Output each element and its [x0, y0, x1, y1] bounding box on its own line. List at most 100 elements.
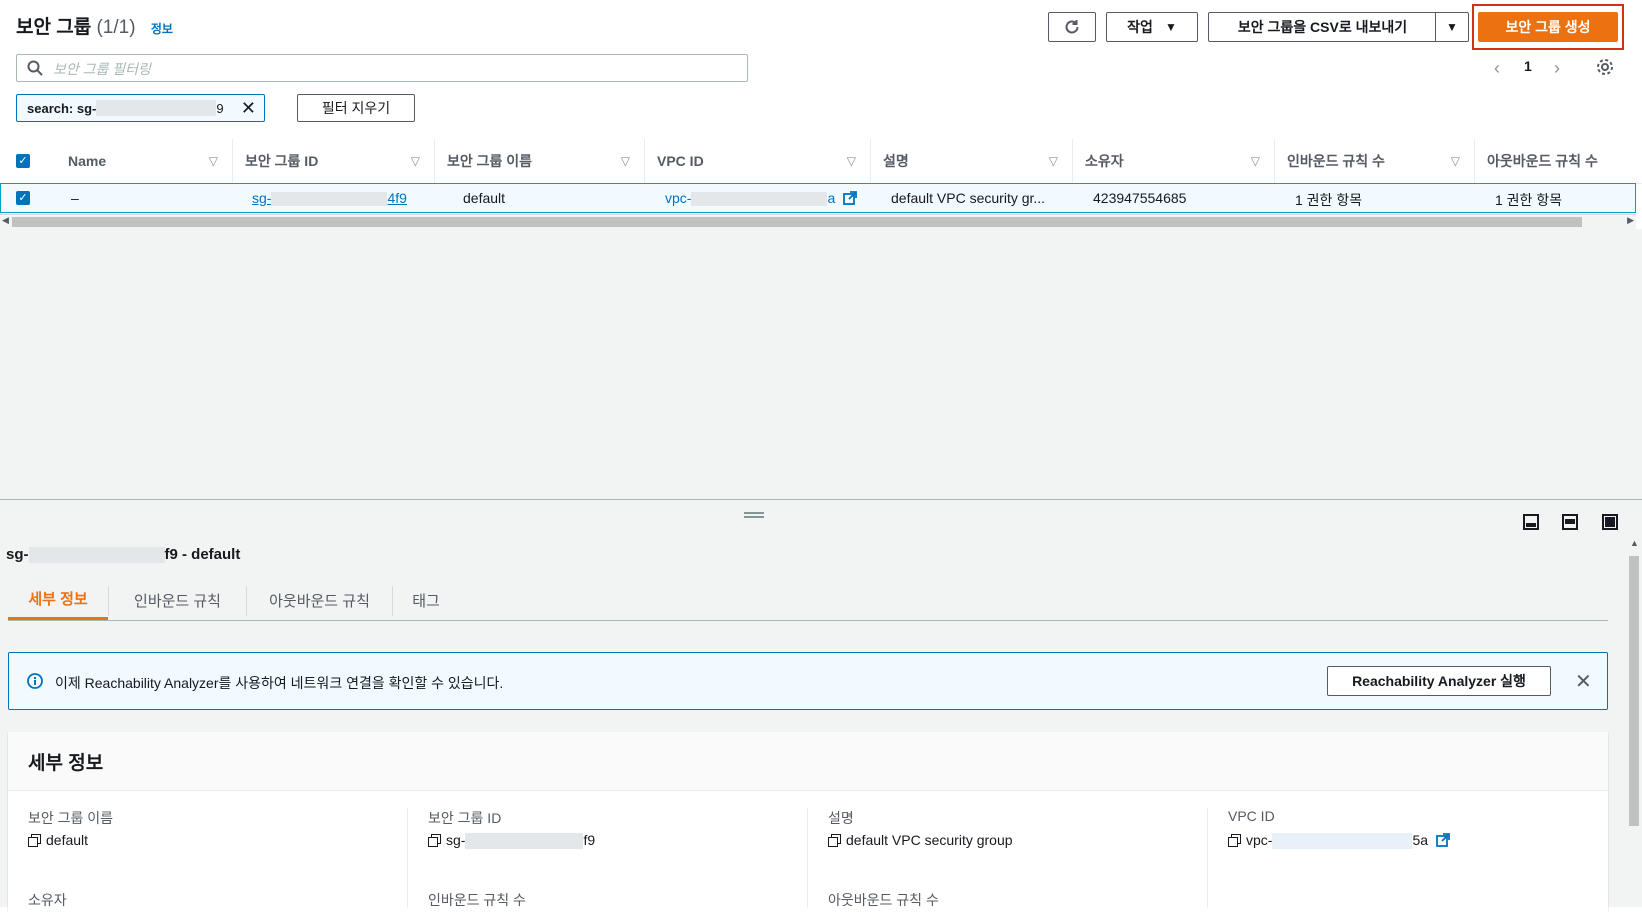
details-card: 세부 정보 보안 그룹 이름 default 보안 그룹 ID sg-f9 설명… [8, 732, 1608, 912]
next-page-icon[interactable]: › [1554, 58, 1560, 78]
page-title: 보안 그룹 (1/1) 정보 [16, 17, 173, 38]
column-header-group-name[interactable]: 보안 그룹 이름 ▽ [434, 139, 644, 183]
filter-input[interactable] [51, 59, 735, 79]
panel-tabs: 세부 정보 인바운드 규칙 아웃바운드 규칙 태그 [8, 580, 1608, 621]
external-link-icon[interactable] [843, 191, 858, 205]
external-link-icon[interactable] [1436, 833, 1450, 847]
refresh-icon [1065, 20, 1079, 34]
copy-icon[interactable] [28, 834, 41, 847]
field-label-description: 설명 [828, 810, 854, 826]
info-link[interactable]: 정보 [151, 22, 173, 36]
cell-name: – [71, 190, 79, 206]
sort-icon[interactable]: ▽ [1451, 154, 1460, 168]
redacted-block [465, 833, 584, 850]
actions-button[interactable]: 작업 ▼ [1106, 12, 1198, 42]
page-number[interactable]: 1 [1524, 58, 1532, 74]
copy-icon[interactable] [1228, 834, 1241, 847]
pagination: ‹ [1494, 58, 1500, 79]
field-label-outbound: 아웃바운드 규칙 수 [828, 892, 939, 908]
next-page[interactable]: › [1554, 58, 1560, 79]
column-header-name[interactable]: Name ▽ [56, 139, 232, 183]
redacted-block [28, 547, 165, 564]
field-label-owner: 소유자 [28, 892, 67, 908]
sort-icon[interactable]: ▽ [411, 154, 420, 168]
tab-details[interactable]: 세부 정보 [8, 580, 108, 620]
caret-down-icon: ▼ [1446, 20, 1458, 34]
column-divider [807, 808, 808, 908]
table-row[interactable]: ✓ – sg- 4f9 default vpc-a default VPC sec… [0, 183, 1636, 213]
sort-icon[interactable]: ▽ [1251, 154, 1260, 168]
sort-icon[interactable]: ▽ [209, 154, 218, 168]
panel-bottom-icon [1523, 514, 1539, 530]
panel-side-icon [1562, 514, 1578, 530]
scroll-up-icon[interactable]: ▲ [1630, 538, 1639, 548]
item-count: (1/1) [96, 17, 136, 38]
close-icon[interactable]: ✕ [241, 98, 256, 119]
field-value-vpc-id[interactable]: vpc- 5a [1228, 832, 1450, 850]
panel-full-icon [1602, 514, 1618, 530]
caret-down-icon: ▼ [1164, 20, 1177, 34]
resize-handle-icon[interactable] [744, 512, 764, 518]
sort-icon[interactable]: ▽ [1049, 154, 1058, 168]
split-panel: sg-f9 - default 세부 정보 인바운드 규칙 아웃바운드 규칙 태… [0, 499, 1642, 912]
scrollbar-thumb[interactable] [12, 217, 1582, 227]
filter-search[interactable] [16, 54, 748, 82]
export-csv-button[interactable]: 보안 그룹을 CSV로 내보내기 [1208, 12, 1436, 42]
copy-icon[interactable] [428, 834, 441, 847]
tab-inbound-rules[interactable]: 인바운드 규칙 [109, 580, 246, 620]
horizontal-scrollbar[interactable]: ◀ ▶ [0, 214, 1636, 229]
column-header-vpc-id[interactable]: VPC ID ▽ [644, 139, 870, 183]
sort-icon[interactable]: ▽ [621, 154, 630, 168]
redacted-block [691, 192, 828, 207]
field-label-vpc-id: VPC ID [1228, 808, 1275, 824]
column-header-outbound[interactable]: 아웃바운드 규칙 수 [1474, 139, 1636, 183]
search-icon [27, 60, 43, 76]
cell-vpc-id[interactable]: vpc-a [665, 190, 858, 207]
tab-tags[interactable]: 태그 [393, 580, 459, 620]
cell-outbound: 1 권한 항목 [1495, 192, 1563, 208]
export-dropdown-button[interactable]: ▼ [1435, 12, 1469, 42]
preferences-button[interactable] [1596, 58, 1614, 79]
field-label-group-id: 보안 그룹 ID [428, 810, 502, 826]
scroll-right-icon[interactable]: ▶ [1627, 215, 1634, 226]
vertical-scrollbar[interactable]: ▲ [1626, 536, 1642, 907]
details-card-header: 세부 정보 [8, 732, 1608, 791]
column-divider [1207, 808, 1208, 908]
field-value-group-id: sg-f9 [428, 832, 595, 850]
cell-group-id[interactable]: sg- 4f9 [252, 190, 407, 207]
row-checkbox[interactable]: ✓ [16, 191, 30, 205]
field-label-group-name: 보안 그룹 이름 [28, 810, 114, 826]
panel-position-side[interactable] [1562, 514, 1578, 533]
column-header-inbound[interactable]: 인바운드 규칙 수 ▽ [1274, 139, 1474, 183]
scroll-left-icon[interactable]: ◀ [2, 215, 9, 226]
gear-icon [1597, 59, 1613, 75]
create-security-group-button[interactable]: 보안 그룹 생성 [1478, 12, 1618, 42]
cell-inbound: 1 권한 항목 [1295, 192, 1363, 208]
info-alert: 이제 Reachability Analyzer를 사용하여 네트워크 연결을 … [8, 652, 1608, 710]
redacted-block [1272, 833, 1413, 850]
field-label-inbound: 인바운드 규칙 수 [428, 892, 526, 908]
panel-position-bottom[interactable] [1523, 514, 1539, 533]
column-header-description[interactable]: 설명 ▽ [870, 139, 1072, 183]
field-value-group-name: default [28, 832, 88, 848]
cell-description: default VPC security gr... [891, 190, 1046, 206]
select-all-checkbox[interactable]: ✓ [16, 154, 30, 168]
prev-page-icon[interactable]: ‹ [1494, 58, 1500, 78]
reachability-analyzer-button[interactable]: Reachability Analyzer 실행 [1327, 666, 1551, 696]
tab-outbound-rules[interactable]: 아웃바운드 규칙 [247, 580, 392, 620]
column-header-owner[interactable]: 소유자 ▽ [1072, 139, 1274, 183]
scrollbar-thumb[interactable] [1629, 556, 1639, 826]
cell-group-name: default [463, 190, 506, 206]
redacted-block [271, 192, 388, 207]
cell-owner: 423947554685 [1093, 190, 1187, 206]
sort-icon[interactable]: ▽ [847, 154, 856, 168]
close-icon[interactable]: ✕ [1575, 669, 1592, 694]
details-title: 세부 정보 [28, 753, 104, 774]
clear-filter-button[interactable]: 필터 지우기 [297, 94, 415, 122]
refresh-button[interactable] [1048, 12, 1096, 42]
info-icon [27, 673, 43, 689]
panel-position-full[interactable] [1602, 514, 1618, 533]
empty-table-area [0, 229, 1642, 499]
column-header-group-id[interactable]: 보안 그룹 ID ▽ [232, 139, 434, 183]
copy-icon[interactable] [828, 834, 841, 847]
